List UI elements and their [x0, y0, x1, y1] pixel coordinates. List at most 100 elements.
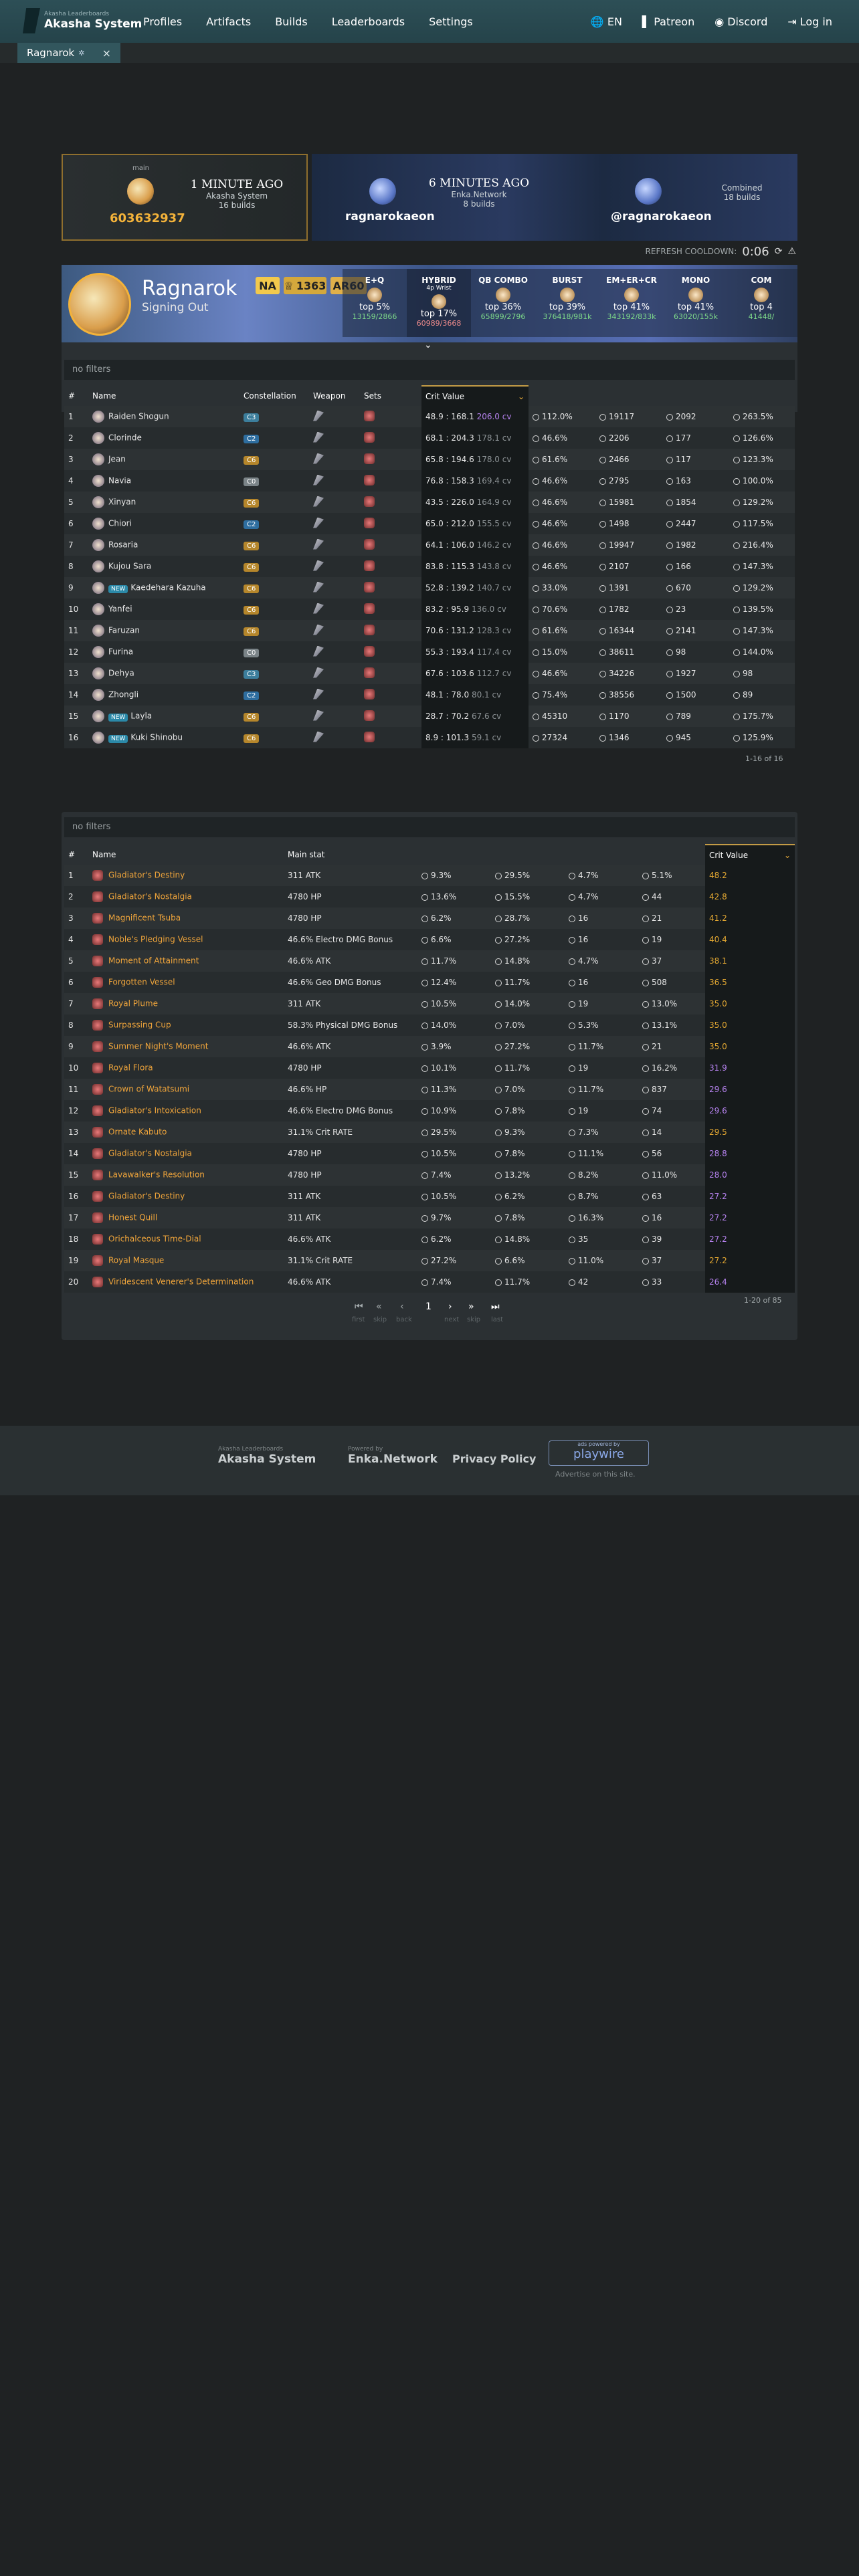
table-row[interactable]: 9 NEW Kaedehara Kazuha C6 52.8 : 139.2 140.7… — [64, 577, 795, 599]
table-row[interactable]: 11 Crown of Watatsumi 46.6% HP 11.3% 7.0% 11.… — [64, 1079, 795, 1100]
table-row[interactable]: 17 Honest Quill 311 ATK 9.7% 7.8% 16.3% 16 27.2 — [64, 1207, 795, 1228]
stat-cell[interactable]: BURST top 39% 376418/981k — [535, 269, 599, 337]
stat-cell: 23 — [662, 599, 729, 620]
skip-forward-button[interactable]: » — [468, 1301, 474, 1312]
col-stat[interactable] — [729, 386, 795, 406]
advertise-link[interactable]: Advertise on this site. — [555, 1470, 636, 1479]
stat-cell[interactable]: MONO top 41% 63020/155k — [664, 269, 728, 337]
patreon-icon: ▌ — [642, 15, 651, 28]
login-button[interactable]: ⇥ Log in — [787, 15, 832, 28]
constellation-cell: C3 — [240, 406, 309, 427]
table-row[interactable]: 12 Furina C0 55.3 : 193.4 117.4 cv 15.0% 3861… — [64, 641, 795, 663]
substat-cell: 11.7% — [491, 1057, 565, 1079]
table-row[interactable]: 16 Gladiator's Destiny 311 ATK 10.5% 6.2% 8.7… — [64, 1186, 795, 1207]
table-row[interactable]: 15 NEW Layla C6 28.7 : 70.2 67.6 cv 45310 1170… — [64, 706, 795, 727]
tab-ragnarok[interactable]: Ragnarok ✲ × — [17, 43, 120, 63]
table-row[interactable]: 11 Faruzan C6 70.6 : 131.2 128.3 cv 61.6% 163… — [64, 620, 795, 641]
chevron-down-icon[interactable]: ⌄ — [424, 340, 432, 350]
discord-button[interactable]: ◉ Discord — [714, 15, 767, 28]
col-substat[interactable] — [417, 845, 491, 865]
col-sets[interactable]: Sets — [360, 386, 421, 406]
table-row[interactable]: 3 Jean C6 65.8 : 194.6 178.0 cv 61.6% 2466 117… — [64, 449, 795, 470]
table-row[interactable]: 2 Gladiator's Nostalgia 4780 HP 13.6% 15.5% 4… — [64, 886, 795, 907]
last-page-button[interactable]: ⏭ — [491, 1301, 500, 1312]
col-substat[interactable] — [565, 845, 638, 865]
close-icon[interactable]: × — [102, 47, 111, 60]
col-crit-value[interactable]: Crit Value ⌄ — [421, 385, 529, 406]
col-rank[interactable]: # — [64, 386, 88, 406]
table-row[interactable]: 8 Kujou Sara C6 83.8 : 115.3 143.8 cv 46.6% 2… — [64, 556, 795, 577]
table-row[interactable]: 10 Royal Flora 4780 HP 10.1% 11.7% 19 16.2% 31.… — [64, 1057, 795, 1079]
table-row[interactable]: 19 Royal Masque 31.1% Crit RATE 27.2% 6.6% 11… — [64, 1250, 795, 1271]
sets-cell — [360, 663, 421, 684]
language-button[interactable]: 🌐 EN — [591, 15, 622, 28]
stat-icon — [495, 1000, 502, 1008]
col-rank[interactable]: # — [64, 845, 88, 865]
patreon-button[interactable]: ▌ Patreon — [642, 15, 694, 28]
col-stat[interactable] — [529, 386, 595, 406]
stat-cell[interactable]: E+Q top 5% 13159/2866 — [343, 269, 407, 337]
nav-builds[interactable]: Builds — [275, 15, 308, 28]
stat-cell[interactable]: COM top 4 41448/ — [728, 269, 795, 337]
table-row[interactable]: 14 Gladiator's Nostalgia 4780 HP 10.5% 7.8% 1… — [64, 1143, 795, 1164]
table-row[interactable]: 1 Raiden Shogun C3 48.9 : 168.1 206.0 cv 112… — [64, 406, 795, 427]
col-substat[interactable] — [638, 845, 705, 865]
stat-icon — [642, 1129, 649, 1136]
table-row[interactable]: 6 Forgotten Vessel 46.6% Geo DMG Bonus 12.4… — [64, 972, 795, 993]
stat-cell[interactable]: QB COMBO top 36% 65899/2796 — [471, 269, 535, 337]
source-card-combined[interactable]: Combined 18 builds @ragnarokaeon — [555, 154, 797, 241]
table-row[interactable]: 7 Royal Plume 311 ATK 10.5% 14.0% 19 13.0% 35.0 — [64, 993, 795, 1014]
table-row[interactable]: 20 Viridescent Venerer's Determination 46.… — [64, 1271, 795, 1293]
col-constellation[interactable]: Constellation — [240, 386, 309, 406]
table-row[interactable]: 4 Navia C0 76.8 : 158.3 169.4 cv 46.6% 2795 16… — [64, 470, 795, 492]
table-row[interactable]: 7 Rosaria C6 64.1 : 106.0 146.2 cv 46.6% 1994… — [64, 534, 795, 556]
footer-akasha-logo[interactable]: Akasha Leaderboards Akasha System — [218, 1446, 316, 1466]
table-row[interactable]: 12 Gladiator's Intoxication 46.6% Electro … — [64, 1100, 795, 1121]
table-row[interactable]: 9 Summer Night's Moment 46.6% ATK 3.9% 27.2%… — [64, 1036, 795, 1057]
nav-profiles[interactable]: Profiles — [143, 15, 182, 28]
source-card-enka[interactable]: 6 MINUTES AGO Enka.Network 8 builds ragn… — [312, 154, 555, 241]
table-row[interactable]: 16 NEW Kuki Shinobu C6 8.9 : 101.3 59.1 cv 27… — [64, 727, 795, 748]
nav-settings[interactable]: Settings — [429, 15, 473, 28]
table-row[interactable]: 8 Surpassing Cup 58.3% Physical DMG Bonus 1… — [64, 1014, 795, 1036]
back-button[interactable]: ‹ — [400, 1301, 404, 1312]
table-row[interactable]: 5 Moment of Attainment 46.6% ATK 11.7% 14.8%… — [64, 950, 795, 972]
first-page-button[interactable]: ⏮ — [355, 1301, 363, 1312]
crit-value-cell: 41.2 — [705, 907, 795, 929]
table-row[interactable]: 10 Yanfei C6 83.2 : 95.9 136.0 cv 70.6% 1782 2… — [64, 599, 795, 620]
nav-artifacts[interactable]: Artifacts — [206, 15, 251, 28]
refresh-icon[interactable]: ⟳ — [775, 246, 783, 257]
table-row[interactable]: 3 Magnificent Tsuba 4780 HP 6.2% 28.7% 16 21 41… — [64, 907, 795, 929]
site-logo[interactable]: Akasha Leaderboards Akasha System — [23, 8, 142, 33]
table-row[interactable]: 18 Orichalceous Time-Dial 46.6% ATK 6.2% 14.… — [64, 1228, 795, 1250]
table-row[interactable]: 5 Xinyan C6 43.5 : 226.0 164.9 cv 46.6% 15981… — [64, 492, 795, 513]
table-row[interactable]: 6 Chiori C2 65.0 : 212.0 155.5 cv 46.6% 1498 2… — [64, 513, 795, 534]
builds-filter-input[interactable]: no filters — [64, 360, 795, 380]
footer-enka-logo[interactable]: Powered by Enka.Network — [348, 1446, 438, 1466]
col-substat[interactable] — [491, 845, 565, 865]
table-row[interactable]: 1 Gladiator's Destiny 311 ATK 9.3% 29.5% 4.7%… — [64, 865, 795, 886]
skip-back-button[interactable]: « — [376, 1301, 382, 1312]
source-card-akasha[interactable]: main 1 MINUTE AGO Akasha System 16 build… — [62, 154, 308, 241]
col-stat[interactable] — [595, 386, 662, 406]
col-weapon[interactable]: Weapon — [309, 386, 360, 406]
warning-icon[interactable]: ⚠ — [787, 246, 796, 257]
artifacts-filter-input[interactable]: no filters — [64, 817, 795, 837]
stat-cell[interactable]: HYBRID 4p Wrist top 17% 60989/3668 — [407, 269, 471, 337]
table-row[interactable]: 4 Noble's Pledging Vessel 46.6% Electro DM… — [64, 929, 795, 950]
playwire-ad-logo[interactable]: ads powered by playwire — [549, 1440, 649, 1466]
table-row[interactable]: 14 Zhongli C2 48.1 : 78.0 80.1 cv 75.4% 38556… — [64, 684, 795, 706]
next-button[interactable]: › — [448, 1301, 452, 1312]
col-crit-value[interactable]: Crit Value ⌄ — [705, 844, 795, 865]
stat-cell[interactable]: EM+ER+CR top 41% 343192/833k — [599, 269, 664, 337]
col-name[interactable]: Name — [88, 845, 284, 865]
col-stat[interactable] — [662, 386, 729, 406]
col-name[interactable]: Name — [88, 386, 240, 406]
privacy-policy-link[interactable]: Privacy Policy — [452, 1453, 536, 1465]
col-main-stat[interactable]: Main stat — [284, 845, 417, 865]
table-row[interactable]: 13 Ornate Kabuto 31.1% Crit RATE 29.5% 9.3% 7… — [64, 1121, 795, 1143]
table-row[interactable]: 13 Dehya C3 67.6 : 103.6 112.7 cv 46.6% 34226… — [64, 663, 795, 684]
table-row[interactable]: 15 Lavawalker's Resolution 4780 HP 7.4% 13.2… — [64, 1164, 795, 1186]
table-row[interactable]: 2 Clorinde C2 68.1 : 204.3 178.1 cv 46.6% 220… — [64, 427, 795, 449]
nav-leaderboards[interactable]: Leaderboards — [332, 15, 405, 28]
